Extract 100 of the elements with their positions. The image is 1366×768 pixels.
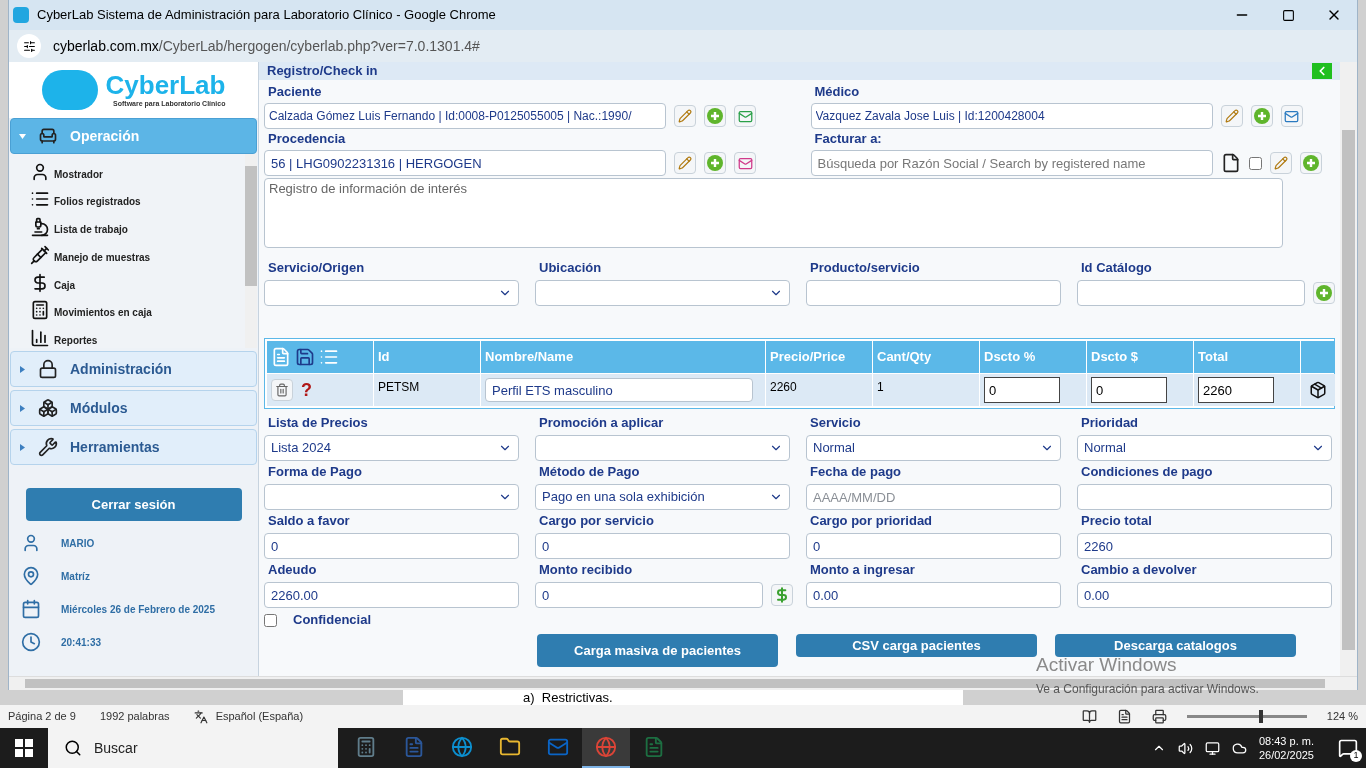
text-field[interactable]: 0 xyxy=(535,582,763,608)
list-icon[interactable] xyxy=(319,347,339,367)
address-bar[interactable]: cyberlab.com.mx/CyberLab/hergogen/cyberlab.php?ver=7.0.1301.4# xyxy=(9,30,1357,62)
search-field[interactable]: Búsqueda por Razón Social / Search by registered name xyxy=(810,150,1213,176)
text-field[interactable] xyxy=(1077,484,1332,510)
text-field[interactable]: Calzada Gómez Luis Fernando | Id:0008-P0125055005 | Nac.:1990/ xyxy=(264,103,666,129)
checkbox[interactable] xyxy=(1248,156,1262,170)
app-icon xyxy=(13,7,29,23)
book-icon[interactable] xyxy=(1081,709,1097,724)
page-icon[interactable] xyxy=(1116,709,1132,724)
caret-icon xyxy=(19,404,26,412)
field-label: Facturar a: xyxy=(813,131,883,147)
text-field[interactable] xyxy=(1077,280,1305,306)
menu-item[interactable]: Lista de trabajo xyxy=(30,213,245,238)
text-field[interactable]: 0.00 xyxy=(1077,582,1332,608)
proofing-icon[interactable] xyxy=(193,709,208,724)
menu-item[interactable]: Movimientos en caja xyxy=(30,296,245,321)
sliders-icon[interactable] xyxy=(22,39,36,53)
search-icon[interactable] xyxy=(64,739,82,757)
text-field[interactable] xyxy=(806,280,1061,306)
calculator-icon[interactable] xyxy=(355,736,377,758)
maximize-icon[interactable] xyxy=(1281,8,1295,22)
volume-icon[interactable] xyxy=(1177,740,1193,756)
logout-button[interactable]: Cerrar sesión xyxy=(25,488,242,521)
menu-item[interactable]: Caja xyxy=(30,268,245,293)
select-field[interactable]: Pago en una sola exhibición xyxy=(535,484,790,510)
field-label: Promoción a aplicar xyxy=(538,415,665,431)
new-document-icon[interactable] xyxy=(271,347,291,367)
field-label: Ubicación xyxy=(538,260,603,276)
logo-text: CyberLab xyxy=(105,70,226,99)
text-field[interactable]: 2260 xyxy=(1198,377,1274,403)
table-cell: 1 xyxy=(873,374,979,406)
action-button[interactable]: Descarga catalogos xyxy=(1055,634,1296,657)
save-icon[interactable] xyxy=(295,347,315,367)
select-field[interactable]: Lista 2024 xyxy=(264,435,519,461)
cash-register-icon xyxy=(30,300,50,321)
activation-text: Ve a Configuración para activar Windows. xyxy=(1036,680,1259,698)
text-field[interactable]: 0.00 xyxy=(806,582,1061,608)
zoom-level[interactable]: 124 % xyxy=(1326,708,1358,725)
notes-field[interactable]: Registro de información de interés xyxy=(264,178,1283,248)
field-label: Fecha de pago xyxy=(809,464,903,480)
word-count[interactable]: 1992 palabras xyxy=(99,708,170,725)
help-button[interactable]: ? xyxy=(297,376,316,404)
syringe-icon xyxy=(30,244,50,265)
menu-section-header[interactable]: Módulos xyxy=(10,390,257,426)
page-count[interactable]: Página 2 de 9 xyxy=(8,708,76,725)
info-text: Miércoles 26 de Febrero de 2025 xyxy=(61,602,215,617)
caret-icon xyxy=(19,365,26,373)
network-icon[interactable] xyxy=(1204,740,1220,756)
chrome-taskbar-button[interactable] xyxy=(582,728,630,768)
menu-section-header[interactable]: Administración xyxy=(10,351,257,387)
language-indicator[interactable]: Español (España) xyxy=(215,708,304,725)
text-field[interactable]: 2260 xyxy=(1077,533,1332,559)
text-field[interactable]: 0 xyxy=(806,533,1061,559)
clock-date[interactable]: 26/02/2025 xyxy=(1258,748,1314,762)
menu-item[interactable]: Mostrador xyxy=(30,158,245,182)
zoom-slider[interactable] xyxy=(1186,710,1307,723)
select-field[interactable]: Normal xyxy=(1077,435,1332,461)
menu-item[interactable]: Reportes xyxy=(30,324,245,348)
windows-logo-icon[interactable] xyxy=(15,739,33,757)
text-field[interactable]: Vazquez Zavala Jose Luis | Id:1200428004 xyxy=(810,103,1213,129)
taskbar-search[interactable]: Buscar xyxy=(48,728,338,768)
field-label: Lista de Precios xyxy=(267,415,369,431)
scrollbar[interactable] xyxy=(245,154,257,348)
field-label: Saldo a favor xyxy=(267,513,351,529)
zoom-thumb[interactable] xyxy=(1258,710,1263,723)
text-field[interactable]: 56 | LHG0902231316 | HERGOGEN xyxy=(264,150,666,176)
text-field[interactable]: AAAA/MM/DD xyxy=(806,484,1061,510)
menu-section-header[interactable]: Herramientas xyxy=(10,429,257,465)
select-field[interactable] xyxy=(264,280,519,306)
clock-icon xyxy=(21,632,41,652)
text-field[interactable]: 0 xyxy=(535,533,790,559)
select-field[interactable] xyxy=(535,435,790,461)
text-field[interactable]: Perfil ETS masculino xyxy=(485,378,753,402)
text-field[interactable]: 2260.00 xyxy=(264,582,519,608)
field-label: Servicio/Origen xyxy=(267,260,366,276)
field-label: Adeudo xyxy=(267,562,318,578)
menu-item[interactable]: Manejo de muestras xyxy=(30,241,245,265)
text-field[interactable]: 0 xyxy=(264,533,519,559)
scrollbar[interactable] xyxy=(1340,62,1357,676)
clock-time[interactable]: 08:43 p. m. xyxy=(1258,734,1314,748)
tools-icon xyxy=(38,437,58,457)
printer-icon[interactable] xyxy=(1151,709,1167,724)
select-field[interactable]: Normal xyxy=(806,435,1061,461)
field-label: Monto a ingresar xyxy=(809,562,916,578)
text-field[interactable]: 0 xyxy=(1091,377,1167,403)
folder-icon[interactable] xyxy=(499,736,521,758)
column-header: Id xyxy=(374,341,480,373)
cloud-icon[interactable] xyxy=(1231,740,1247,756)
box-icon[interactable] xyxy=(1309,381,1327,399)
site-settings-button[interactable] xyxy=(17,34,41,58)
action-button[interactable]: Carga masiva de pacientes xyxy=(537,634,778,667)
select-field[interactable] xyxy=(535,280,790,306)
menu-item[interactable]: Folios registrados xyxy=(30,185,245,210)
field-label: Forma de Pago xyxy=(267,464,363,480)
checkbox[interactable] xyxy=(264,613,277,627)
select-field[interactable] xyxy=(264,484,519,510)
action-button[interactable]: CSV carga pacientes xyxy=(796,634,1037,657)
text-field[interactable]: 0 xyxy=(984,377,1060,403)
field-label: Id Catálogo xyxy=(1080,260,1153,276)
